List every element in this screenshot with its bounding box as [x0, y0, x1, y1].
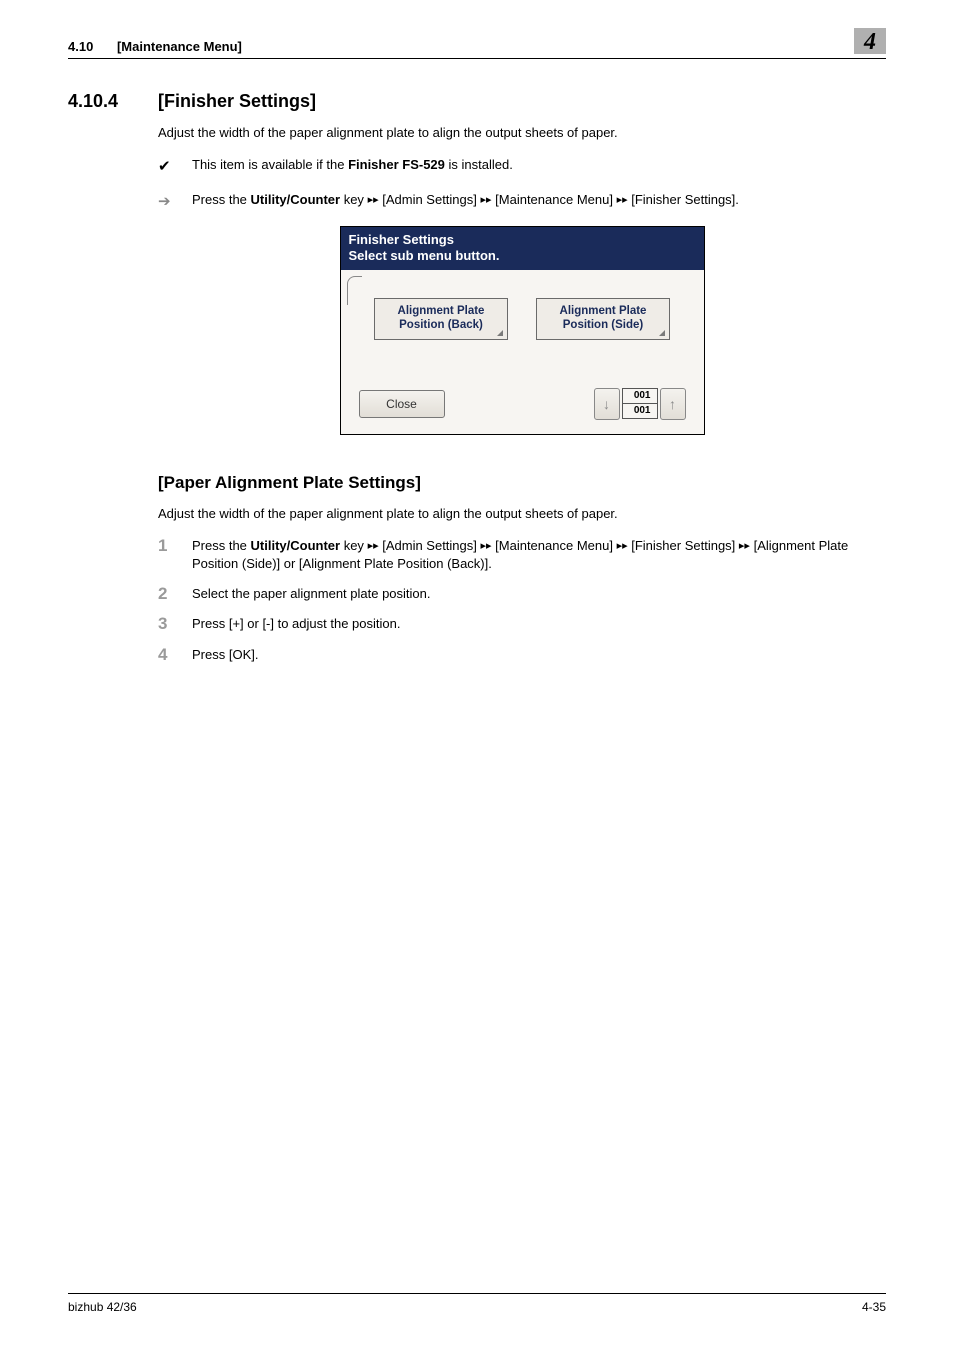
page-header: 4.10 [Maintenance Menu] 4 — [68, 28, 886, 59]
panel-title-line2: Select sub menu button. — [349, 248, 696, 264]
step-3: 3 Press [+] or [-] to adjust the positio… — [158, 615, 886, 633]
step1-seg: [Finisher Settings] — [628, 538, 739, 553]
subsection-title: [Paper Alignment Plate Settings] — [158, 473, 886, 493]
step-text: Press the Utility/Counter key ▸▸ [Admin … — [192, 537, 886, 573]
finisher-settings-panel: Finisher Settings Select sub menu button… — [340, 226, 705, 435]
screenshot-container: Finisher Settings Select sub menu button… — [158, 226, 886, 435]
step-1: 1 Press the Utility/Counter key ▸▸ [Admi… — [158, 537, 886, 573]
header-section-title: [Maintenance Menu] — [117, 39, 242, 54]
nav-prefix: Press the — [192, 192, 251, 207]
step-text: Press [+] or [-] to adjust the position. — [192, 615, 886, 633]
btn2-line2: Position (Side) — [563, 319, 644, 332]
page-up-button[interactable]: ↑ — [660, 388, 686, 420]
step-2: 2 Select the paper alignment plate posit… — [158, 585, 886, 603]
availability-suffix: is installed. — [445, 157, 513, 172]
step1-seg: [Admin Settings] — [379, 538, 481, 553]
availability-bold: Finisher FS-529 — [348, 157, 445, 172]
section-intro: Adjust the width of the paper alignment … — [158, 124, 886, 142]
page-down-button[interactable]: ↓ — [594, 388, 620, 420]
nav-sep-icon: ▸▸ — [481, 194, 492, 206]
steps-list: 1 Press the Utility/Counter key ▸▸ [Admi… — [158, 537, 886, 664]
subsection-intro: Adjust the width of the paper alignment … — [158, 505, 886, 523]
section-title: [Finisher Settings] — [158, 91, 316, 112]
step1-seg: [Maintenance Menu] — [492, 538, 617, 553]
menu-buttons: Alignment Plate Position (Back) Alignmen… — [359, 298, 686, 340]
panel-footer: Close ↓ 001 001 ↑ — [359, 388, 686, 420]
alignment-plate-back-button[interactable]: Alignment Plate Position (Back) — [374, 298, 508, 340]
panel-body: Alignment Plate Position (Back) Alignmen… — [341, 270, 704, 434]
chapter-badge: 4 — [854, 28, 886, 54]
nav-key-suffix: key — [340, 192, 367, 207]
navigation-path: ➔ Press the Utility/Counter key ▸▸ [Admi… — [158, 191, 886, 212]
nav-item: [Admin Settings] — [379, 192, 481, 207]
arrow-up-icon: ↑ — [669, 396, 676, 412]
step1-mid: key — [340, 538, 367, 553]
header-left: 4.10 [Maintenance Menu] — [68, 39, 242, 54]
nav-sep-icon: ▸▸ — [481, 540, 492, 552]
arrow-icon: ➔ — [158, 191, 192, 212]
btn1-line2: Position (Back) — [399, 319, 483, 332]
header-section-number: 4.10 — [68, 39, 93, 54]
nav-item: [Finisher Settings]. — [628, 192, 739, 207]
footer-left: bizhub 42/36 — [68, 1300, 137, 1314]
step-number: 1 — [158, 537, 192, 573]
page-counter: 001 001 — [622, 388, 658, 419]
btn2-line1: Alignment Plate — [560, 305, 647, 318]
footer-right: 4-35 — [862, 1300, 886, 1314]
step-number: 3 — [158, 615, 192, 633]
nav-sep-icon: ▸▸ — [368, 194, 379, 206]
btn1-line1: Alignment Plate — [398, 305, 485, 318]
page-total: 001 — [623, 403, 657, 418]
alignment-plate-side-button[interactable]: Alignment Plate Position (Side) — [536, 298, 670, 340]
step-4: 4 Press [OK]. — [158, 646, 886, 664]
page-footer: bizhub 42/36 4-35 — [68, 1293, 886, 1314]
close-button[interactable]: Close — [359, 390, 445, 418]
nav-sep-icon: ▸▸ — [368, 540, 379, 552]
section-heading: 4.10.4 [Finisher Settings] — [68, 91, 886, 112]
nav-sep-icon: ▸▸ — [617, 540, 628, 552]
step1-bold: Utility/Counter — [251, 538, 341, 553]
step-number: 2 — [158, 585, 192, 603]
availability-prefix: This item is available if the — [192, 157, 348, 172]
step-number: 4 — [158, 646, 192, 664]
arrow-down-icon: ↓ — [603, 396, 610, 412]
section-number: 4.10.4 — [68, 91, 158, 112]
step1-prefix: Press the — [192, 538, 251, 553]
pager: ↓ 001 001 ↑ — [594, 388, 686, 420]
step-text: Press [OK]. — [192, 646, 886, 664]
page-current: 001 — [623, 389, 657, 403]
nav-key: Utility/Counter — [251, 192, 341, 207]
nav-item: [Maintenance Menu] — [492, 192, 617, 207]
panel-title-bar: Finisher Settings Select sub menu button… — [341, 227, 704, 270]
navigation-text: Press the Utility/Counter key ▸▸ [Admin … — [192, 191, 886, 212]
availability-text: This item is available if the Finisher F… — [192, 156, 886, 177]
panel-title-line1: Finisher Settings — [349, 232, 696, 248]
check-icon: ✔ — [158, 156, 192, 177]
nav-sep-icon: ▸▸ — [739, 540, 750, 552]
availability-note: ✔ This item is available if the Finisher… — [158, 156, 886, 177]
nav-sep-icon: ▸▸ — [617, 194, 628, 206]
step-text: Select the paper alignment plate positio… — [192, 585, 886, 603]
